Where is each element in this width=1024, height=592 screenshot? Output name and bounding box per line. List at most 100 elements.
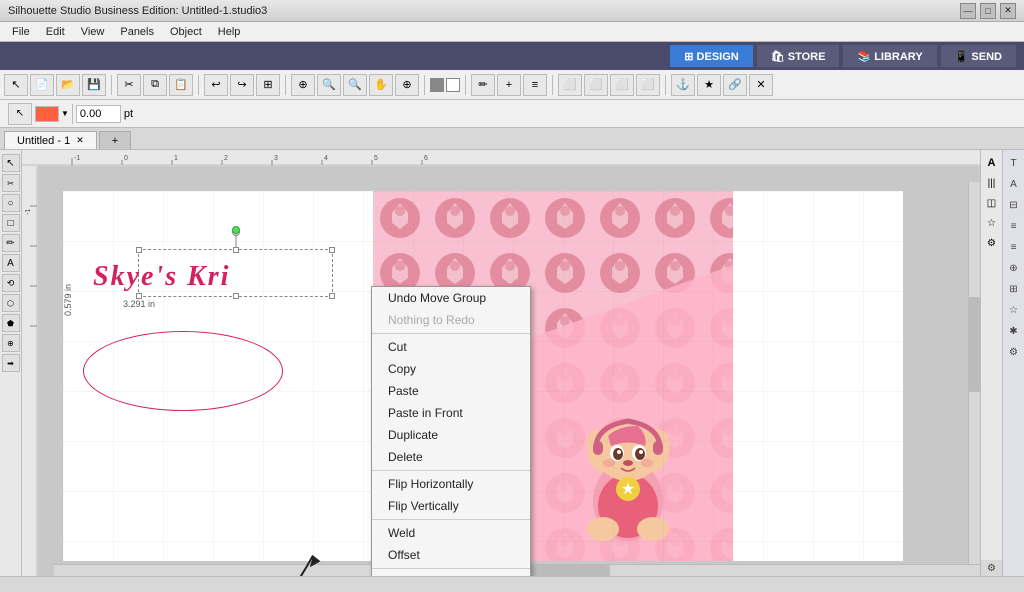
handle-br[interactable] <box>329 293 335 299</box>
scrollbar-vertical[interactable] <box>968 182 980 564</box>
fr-tool-4[interactable]: ≡ <box>1005 217 1023 235</box>
handle-tc[interactable] <box>233 247 239 253</box>
tab-close[interactable]: ✕ <box>76 135 84 146</box>
dropdown-arrow[interactable]: ▼ <box>61 109 69 118</box>
fr-tool-10[interactable]: ⚙ <box>1005 343 1023 361</box>
tab-new[interactable]: + <box>99 131 131 149</box>
tool-measure[interactable]: ⊕ <box>395 74 419 96</box>
zoom-out[interactable]: 🔍 <box>343 74 367 96</box>
tool-rectangle[interactable]: □ <box>2 214 20 232</box>
tool-group[interactable]: ⊞ <box>256 74 280 96</box>
tool-anchor[interactable]: ⚓ <box>671 74 695 96</box>
close-button[interactable]: ✕ <box>1000 3 1016 19</box>
align-justify[interactable]: ⬜ <box>636 74 660 96</box>
ctx-paste-front[interactable]: Paste in Front <box>372 402 530 424</box>
fr-tool-5[interactable]: ≡ <box>1005 238 1023 256</box>
menu-help[interactable]: Help <box>210 24 249 40</box>
tool-new[interactable]: 📄 <box>30 74 54 96</box>
fill-color-box[interactable] <box>446 78 460 92</box>
tool-polygon[interactable]: ⬡ <box>2 294 20 312</box>
tool-redo[interactable]: ↪ <box>230 74 254 96</box>
nav-store-button[interactable]: 🛍 STORE <box>757 45 840 67</box>
fr-tool-7[interactable]: ⊞ <box>1005 280 1023 298</box>
ctx-offset[interactable]: Offset <box>372 544 530 566</box>
tab-untitled-1[interactable]: Untitled - 1 ✕ <box>4 131 97 149</box>
tool-circle[interactable]: ○ <box>2 194 20 212</box>
zoom-in[interactable]: 🔍 <box>317 74 341 96</box>
tool-eraser[interactable]: ➡ <box>2 354 20 372</box>
nav-send-button[interactable]: 📱 SEND <box>941 45 1016 67</box>
ctx-weld[interactable]: Weld <box>372 522 530 544</box>
ctx-delete[interactable]: Delete <box>372 446 530 468</box>
tool-scissors[interactable]: ✂ <box>2 174 20 192</box>
panel-layers[interactable]: ◫ <box>983 194 1001 212</box>
fr-tool-1[interactable]: T <box>1005 154 1023 172</box>
tool-link[interactable]: 🔗 <box>723 74 747 96</box>
menu-panels[interactable]: Panels <box>112 24 162 40</box>
fr-tool-8[interactable]: ☆ <box>1005 301 1023 319</box>
bottom-gear[interactable]: ⚙ <box>980 560 1002 576</box>
size-input[interactable] <box>76 105 121 123</box>
fr-tool-6[interactable]: ⊕ <box>1005 259 1023 277</box>
ctx-group[interactable]: Group <box>372 571 530 576</box>
ctx-paste[interactable]: Paste <box>372 380 530 402</box>
tool-select[interactable]: ↖ <box>4 74 28 96</box>
menu-edit[interactable]: Edit <box>38 24 73 40</box>
tool-pen[interactable]: ✏ <box>471 74 495 96</box>
align-center[interactable]: ⬜ <box>584 74 608 96</box>
stroke-color-box[interactable] <box>430 78 444 92</box>
tool-open[interactable]: 📂 <box>56 74 80 96</box>
tool-bars[interactable]: ≡ <box>523 74 547 96</box>
align-left[interactable]: ⬜ <box>558 74 582 96</box>
tool-hand[interactable]: ✋ <box>369 74 393 96</box>
tool-copy[interactable]: ⧉ <box>143 74 167 96</box>
maximize-button[interactable]: □ <box>980 3 996 19</box>
align-right[interactable]: ⬜ <box>610 74 634 96</box>
panel-star[interactable]: ☆ <box>983 214 1001 232</box>
minimize-button[interactable]: — <box>960 3 976 19</box>
tool-rotate[interactable]: ⟲ <box>2 274 20 292</box>
handle-tr[interactable] <box>329 247 335 253</box>
tool-save[interactable]: 💾 <box>82 74 106 96</box>
ctx-copy[interactable]: Copy <box>372 358 530 380</box>
tool-crosshair[interactable]: + <box>497 74 521 96</box>
fr-tool-9[interactable]: ✱ <box>1005 322 1023 340</box>
arrow-tool[interactable]: ↖ <box>8 103 32 125</box>
fr-tool-3[interactable]: ⊟ <box>1005 196 1023 214</box>
handle-bc[interactable] <box>233 293 239 299</box>
panel-gear[interactable]: ⚙ <box>983 234 1001 252</box>
fr-tool-2[interactable]: A <box>1005 175 1023 193</box>
nav-design-button[interactable]: ⊞ DESIGN <box>670 45 752 67</box>
menu-file[interactable]: File <box>4 24 38 40</box>
panel-bars[interactable]: ||| <box>983 174 1001 192</box>
menu-view[interactable]: View <box>73 24 113 40</box>
nav-library-button[interactable]: 📚 LIBRARY <box>843 45 936 67</box>
tool-pointer[interactable]: ↖ <box>2 154 20 172</box>
nav-bar: ⊞ DESIGN 🛍 STORE 📚 LIBRARY 📱 SEND <box>0 42 1024 70</box>
tool-close[interactable]: ✕ <box>749 74 773 96</box>
selection-anchor[interactable] <box>232 226 240 234</box>
rotate-handle-line <box>235 234 236 247</box>
ctx-flip-h[interactable]: Flip Horizontally <box>372 473 530 495</box>
color-picker[interactable] <box>35 106 59 122</box>
tool-paste[interactable]: 📋 <box>169 74 193 96</box>
panel-text[interactable]: A <box>983 154 1001 172</box>
tool-star[interactable]: ★ <box>697 74 721 96</box>
ctx-duplicate[interactable]: Duplicate <box>372 424 530 446</box>
tool-cut[interactable]: ✂ <box>117 74 141 96</box>
scroll-thumb-v[interactable] <box>969 297 980 393</box>
ctx-undo-move-group[interactable]: Undo Move Group <box>372 287 530 309</box>
tool-pencil[interactable]: ✏ <box>2 234 20 252</box>
tool-undo[interactable]: ↩ <box>204 74 228 96</box>
tool-zoom[interactable]: ⊕ <box>2 334 20 352</box>
tool-text[interactable]: A <box>2 254 20 272</box>
menu-object[interactable]: Object <box>162 24 210 40</box>
handle-bl[interactable] <box>136 293 142 299</box>
ctx-cut[interactable]: Cut <box>372 336 530 358</box>
zoom-fit[interactable]: ⊕ <box>291 74 315 96</box>
handle-tl[interactable] <box>136 247 142 253</box>
skye-character: ★ <box>553 381 703 551</box>
ctx-flip-v[interactable]: Flip Vertically <box>372 495 530 517</box>
tool-warp[interactable]: ⬟ <box>2 314 20 332</box>
title-bar: Silhouette Studio Business Edition: Unti… <box>0 0 1024 22</box>
